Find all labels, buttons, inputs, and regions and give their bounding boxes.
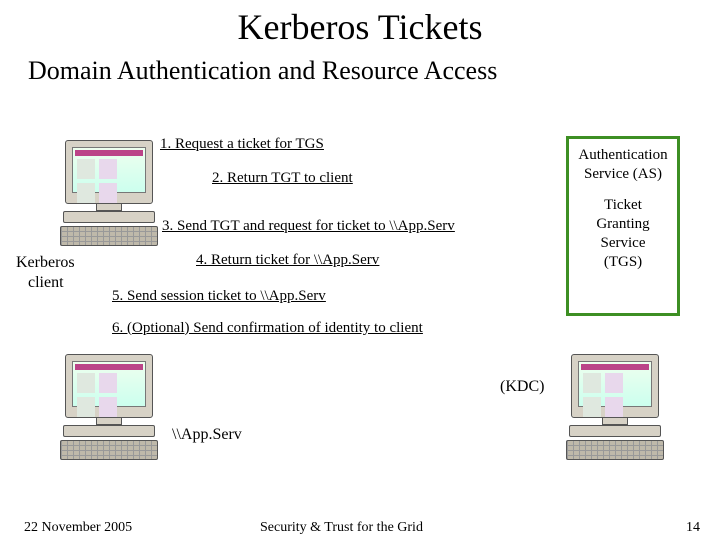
kdc-label: (KDC) [500,378,544,396]
server-as-label-1: Authentication [571,147,675,164]
client-computer-icon [54,140,164,246]
step-1: 1. Request a ticket for TGS [160,136,324,153]
client-label-1: Kerberos [16,254,75,272]
footer-date: 22 November 2005 [24,520,132,536]
slide-subtitle: Domain Authentication and Resource Acces… [28,56,720,86]
server-tgs-label-1: Ticket [571,197,675,214]
step-3: 3. Send TGT and request for ticket to \\… [162,218,455,235]
step-5: 5. Send session ticket to \\App.Serv [112,288,326,305]
step-6: 6. (Optional) Send confirmation of ident… [112,320,423,337]
kdc-server-box: Authentication Service (AS) Ticket Grant… [566,136,680,316]
server-tgs-label-3: Service [571,235,675,252]
server-as-label-2: Service (AS) [571,166,675,183]
footer-center: Security & Trust for the Grid [260,520,423,536]
appserv-computer-left-icon [54,354,164,460]
appserv-label: \\App.Serv [172,426,242,444]
appserv-computer-right-icon [560,354,670,460]
client-label-2: client [28,274,64,292]
step-2: 2. Return TGT to client [212,170,353,187]
server-tgs-label-4: (TGS) [571,254,675,271]
step-4: 4. Return ticket for \\App.Serv [196,252,379,269]
server-tgs-label-2: Granting [571,216,675,233]
slide-title: Kerberos Tickets [0,6,720,48]
slide-number: 14 [686,520,700,536]
